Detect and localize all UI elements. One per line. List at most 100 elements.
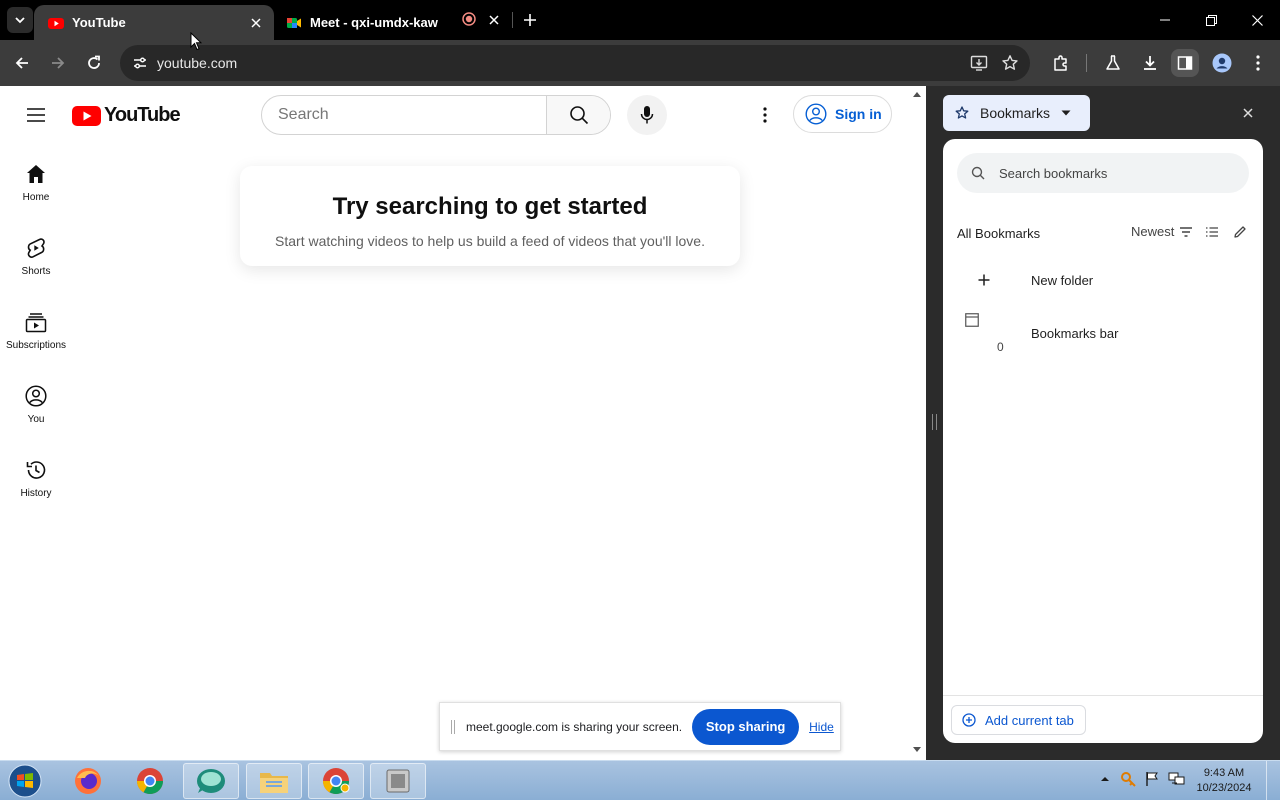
guide-menu-button[interactable] — [20, 99, 52, 131]
forward-button[interactable] — [44, 49, 72, 77]
install-app-button[interactable] — [965, 49, 993, 77]
add-circle-icon — [962, 713, 976, 727]
start-button[interactable] — [6, 763, 44, 799]
firefox-icon — [75, 768, 101, 794]
bookmark-count: 0 — [997, 340, 1004, 354]
extensions-button[interactable] — [1047, 49, 1075, 77]
youtube-favicon-icon — [48, 17, 64, 29]
site-info-button[interactable] — [126, 49, 154, 77]
address-bar[interactable]: youtube.com — [120, 45, 1030, 81]
new-folder-label: New folder — [1031, 272, 1094, 288]
close-icon — [251, 17, 261, 28]
nav-item-subscriptions[interactable]: Subscriptions — [0, 311, 72, 351]
panel-selector-dropdown[interactable]: Bookmarks — [943, 95, 1090, 131]
hide-share-bar-link[interactable]: Hide — [809, 720, 834, 734]
dropdown-arrow-icon — [1061, 110, 1071, 116]
close-side-panel-button[interactable] — [1238, 103, 1258, 123]
program-taskbar-button[interactable] — [370, 763, 426, 799]
tab-close-button[interactable] — [246, 13, 266, 33]
hamburger-icon — [27, 108, 45, 122]
bookmark-star-button[interactable] — [996, 49, 1024, 77]
back-button[interactable] — [8, 49, 36, 77]
folder-icon — [260, 773, 288, 793]
scrollbar-arrows-icon — [913, 92, 921, 752]
recording-indicator-icon — [462, 12, 476, 26]
search-input[interactable]: Search — [262, 96, 546, 134]
all-bookmarks-heading: All Bookmarks — [957, 226, 1041, 241]
side-panel-resize-handle[interactable] — [932, 414, 937, 430]
profile-icon — [1212, 53, 1232, 73]
home-icon — [27, 165, 45, 183]
close-icon — [489, 15, 499, 25]
clock-date: 10/23/2024 — [1196, 782, 1252, 794]
minimize-icon — [1160, 19, 1170, 21]
show-hidden-icons-icon[interactable] — [1100, 775, 1110, 783]
subscriptions-icon — [25, 313, 47, 333]
reload-button[interactable] — [80, 49, 108, 77]
tab-divider — [512, 12, 513, 28]
nav-label: Subscriptions — [5, 340, 67, 351]
chrome-menu-button[interactable] — [1244, 49, 1272, 77]
tab-close-button[interactable] — [484, 10, 504, 30]
tab-search-button[interactable] — [7, 7, 33, 33]
tab-title: Meet - qxi-umdx-kaw — [310, 15, 438, 30]
search-button[interactable] — [546, 96, 610, 134]
settings-more-button[interactable] — [753, 103, 777, 127]
chrome-window-taskbar-button[interactable] — [308, 763, 364, 799]
close-icon — [1251, 14, 1263, 26]
window-app-icon — [386, 769, 410, 793]
network-icon[interactable] — [1168, 771, 1186, 787]
list-view-icon[interactable] — [1205, 225, 1219, 239]
bookmarks-bar-folder[interactable]: 0 Bookmarks bar — [957, 307, 1249, 359]
bookmarks-panel-body: Search bookmarks All Bookmarks Newest Ne… — [943, 139, 1263, 743]
app-taskbar-button[interactable] — [183, 763, 239, 799]
nav-item-shorts[interactable]: Shorts — [0, 237, 72, 277]
show-desktop-button[interactable] — [1266, 761, 1280, 800]
microphone-icon — [640, 106, 654, 124]
restore-button[interactable] — [1188, 6, 1234, 34]
new-tab-button[interactable] — [519, 9, 541, 31]
add-current-tab-button[interactable]: Add current tab — [951, 705, 1086, 735]
firefox-taskbar-button[interactable] — [60, 763, 116, 799]
file-explorer-taskbar-button[interactable] — [246, 763, 302, 799]
page-scrollbar[interactable] — [908, 86, 926, 760]
prompt-subtitle: Start watching videos to help us build a… — [275, 233, 705, 249]
minimize-button[interactable] — [1142, 6, 1188, 34]
close-window-button[interactable] — [1234, 6, 1280, 34]
youtube-logo[interactable]: YouTube — [72, 104, 181, 127]
edit-pencil-icon[interactable] — [1233, 225, 1247, 239]
voice-search-button[interactable] — [627, 95, 667, 135]
folder-icon — [965, 313, 979, 327]
you-icon — [25, 385, 47, 407]
bookmarks-search-input[interactable]: Search bookmarks — [957, 153, 1249, 193]
bookmarks-star-icon — [955, 106, 969, 119]
sort-icon — [1180, 226, 1193, 237]
close-icon — [1243, 108, 1253, 118]
share-message: meet.google.com is sharing your screen. — [466, 719, 683, 734]
nav-item-you[interactable]: You — [0, 385, 72, 425]
side-panel-button[interactable] — [1171, 49, 1199, 77]
nav-item-home[interactable]: Home — [0, 163, 72, 203]
new-folder-item[interactable]: New folder — [957, 263, 1249, 297]
nav-item-history[interactable]: History — [0, 459, 72, 499]
nav-label: Shorts — [21, 266, 51, 277]
puzzle-icon — [1054, 55, 1067, 71]
plus-icon — [524, 14, 536, 26]
taskbar-clock[interactable]: 9:43 AM 10/23/2024 — [1196, 766, 1252, 796]
chrome-taskbar-button[interactable] — [122, 763, 178, 799]
youtube-search-box: Search — [261, 95, 611, 135]
downloads-button[interactable] — [1136, 49, 1164, 77]
chrome-icon — [322, 768, 350, 795]
action-center-flag-icon[interactable] — [1144, 771, 1160, 787]
drag-handle[interactable] — [451, 719, 455, 734]
tab-youtube[interactable]: YouTube — [34, 5, 274, 40]
key-tray-icon[interactable] — [1120, 771, 1136, 787]
chrome-icon — [136, 768, 164, 795]
labs-button[interactable] — [1099, 49, 1127, 77]
youtube-page: YouTube Search Sign in Home Shorts Subsc… — [0, 86, 926, 760]
sort-button[interactable]: Newest — [1131, 224, 1193, 239]
profile-button[interactable] — [1208, 49, 1236, 77]
stop-sharing-button[interactable]: Stop sharing — [692, 708, 800, 745]
sign-in-button[interactable]: Sign in — [793, 95, 892, 133]
bookmarks-side-panel: Bookmarks Search bookmarks All Bookmarks… — [943, 86, 1280, 760]
